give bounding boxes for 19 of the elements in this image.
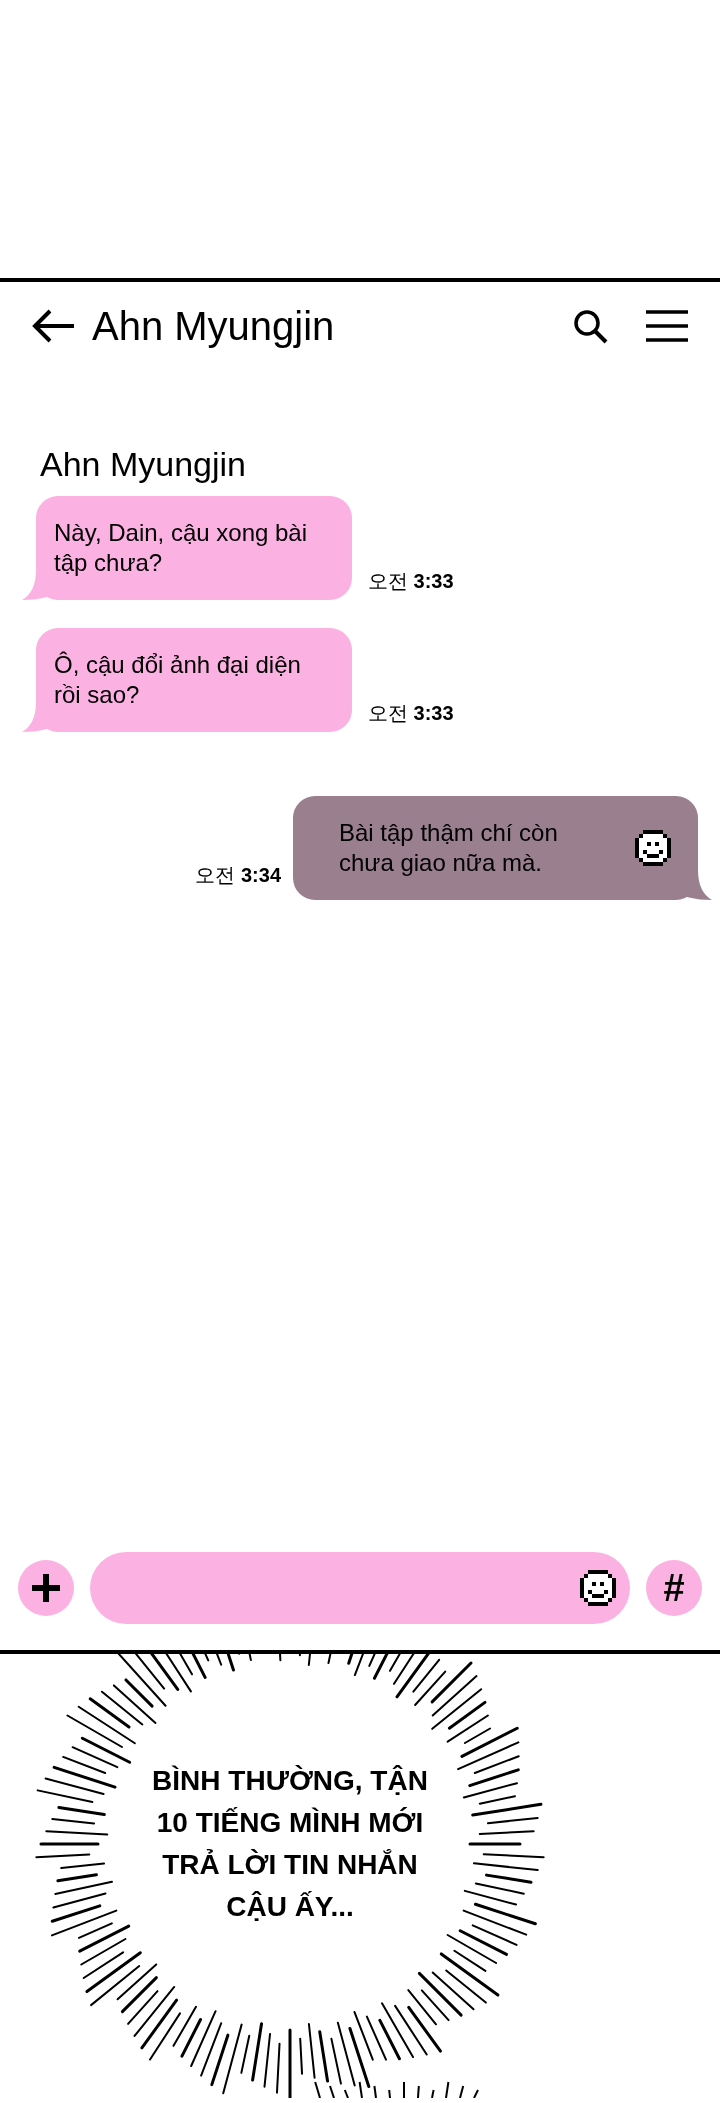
- message-text: Ô, cậu đổi ảnh đại diện rồi sao?: [54, 650, 302, 710]
- caption-text: BÌNH THƯỜNG, TẬN: [152, 1764, 428, 1798]
- message-time: 오전 3:33: [368, 570, 454, 592]
- message-time: 오전 3:33: [368, 702, 454, 724]
- plus-icon: [30, 1572, 62, 1604]
- menu-icon[interactable]: [646, 310, 688, 342]
- hashtag-button[interactable]: #: [646, 1560, 702, 1616]
- caption-text: CẬU ẤY...: [226, 1890, 354, 1924]
- add-button[interactable]: [18, 1560, 74, 1616]
- message-time: 오전 3:34: [195, 864, 281, 886]
- back-arrow-icon[interactable]: [32, 308, 76, 344]
- chat-title: Ahn Myungjin: [92, 303, 336, 350]
- sender-name: Ahn Myungjin: [40, 444, 247, 485]
- caption-text: TRẢ LỜI TIN NHẮN: [162, 1848, 418, 1882]
- search-icon[interactable]: [572, 308, 608, 344]
- message-text: Bài tập thậm chí còn chưa giao nữa mà.: [339, 818, 559, 878]
- message-text: Này, Dain, cậu xong bài tập chưa?: [54, 518, 309, 578]
- caption-text: 10 TIẾNG MÌNH MỚI: [156, 1806, 424, 1840]
- emoji-icon[interactable]: [580, 1570, 616, 1606]
